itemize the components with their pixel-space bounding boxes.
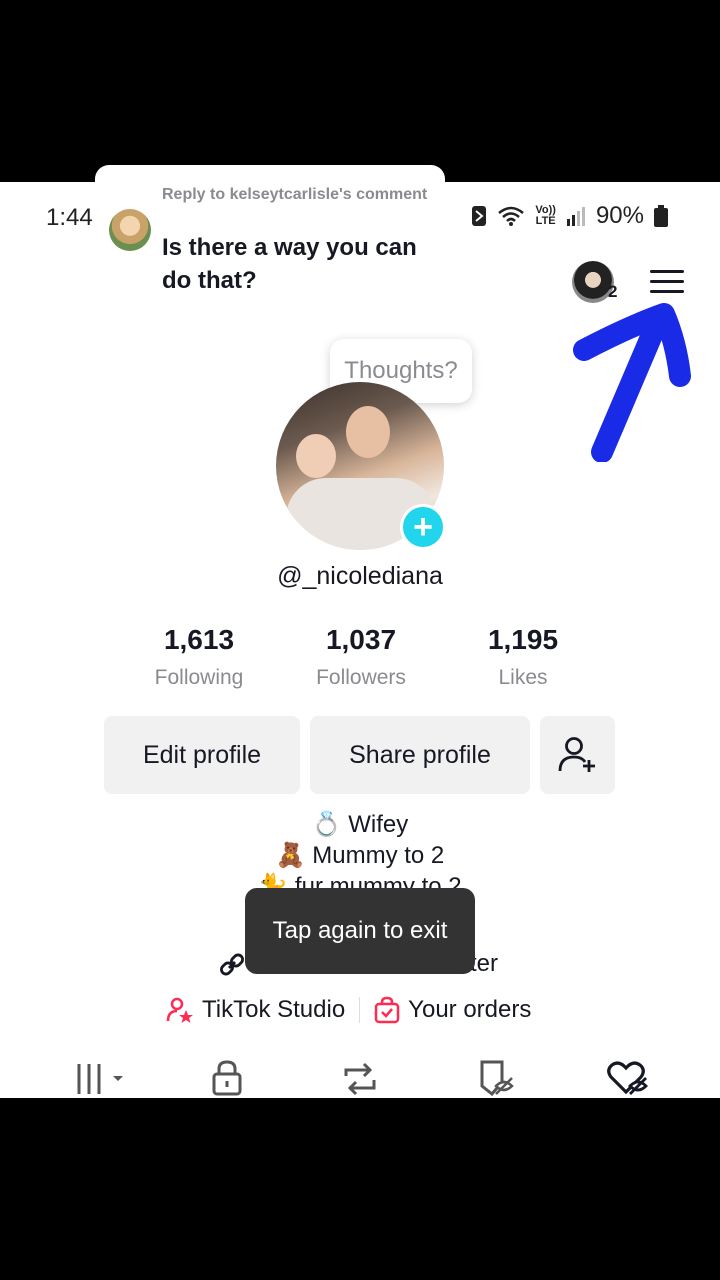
add-story-plus-icon[interactable]: +	[400, 504, 446, 550]
creator-star-icon	[166, 997, 193, 1023]
liked-hidden-icon	[607, 1061, 648, 1095]
shortcuts-row: TikTok Studio Your orders	[166, 996, 531, 1024]
battery-percent: 90%	[595, 202, 644, 229]
edit-profile-button[interactable]: Edit profile	[104, 716, 300, 794]
tab-liked[interactable]	[606, 1060, 650, 1096]
wifi-icon	[498, 206, 525, 226]
hamburger-menu-icon[interactable]	[650, 270, 684, 294]
tab-reposts[interactable]	[338, 1060, 382, 1096]
status-time: 1:44	[46, 204, 93, 231]
battery-icon	[654, 205, 668, 227]
bookmark-hidden-icon	[480, 1060, 514, 1097]
add-person-icon	[558, 737, 595, 772]
link-icon	[220, 953, 244, 976]
stat-followers[interactable]: 1,037 Followers	[280, 624, 442, 690]
tiktok-profile-screen: 1:44 Vo)) LTE 90% 2 Thoughts? + @_nicoled…	[0, 182, 720, 1098]
reply-comment-text: Is there a way you can do that?	[162, 234, 417, 294]
stat-likes[interactable]: 1,195 Likes	[442, 624, 604, 690]
videos-grid-icon	[77, 1064, 123, 1094]
lock-icon	[212, 1060, 242, 1096]
network-type: Vo)) LTE	[535, 204, 556, 227]
bio-line-2: 🧸 Mummy to 2	[275, 842, 445, 869]
bio-line-1: 💍 Wifey	[311, 811, 409, 838]
exit-toast: Tap again to exit	[245, 888, 475, 974]
your-orders-link[interactable]: Your orders	[374, 996, 531, 1024]
share-profile-button[interactable]: Share profile	[310, 716, 530, 794]
stat-following[interactable]: 1,613 Following	[118, 624, 280, 690]
profile-username: @_nicolediana	[277, 562, 443, 590]
add-friends-button[interactable]	[540, 716, 615, 794]
tab-videos[interactable]	[76, 1060, 130, 1096]
status-icons: Vo)) LTE 90%	[471, 202, 668, 230]
annotation-arrow-icon	[573, 303, 691, 462]
commenter-avatar	[109, 209, 151, 251]
account-count-badge: 2	[608, 282, 618, 301]
tiktok-studio-link[interactable]: TikTok Studio	[166, 996, 345, 1024]
signal-icon	[566, 207, 585, 226]
comment-reply-card[interactable]: Reply to kelseytcarlisle's comment Is th…	[95, 165, 445, 315]
shopping-bag-icon	[374, 996, 400, 1024]
nfc-icon	[472, 206, 487, 226]
profile-stats: 1,613 Following 1,037 Followers 1,195 Li…	[118, 624, 604, 690]
reply-meta: Reply to kelseytcarlisle's comment	[162, 186, 428, 203]
tab-private[interactable]	[206, 1060, 250, 1096]
repost-icon	[344, 1062, 376, 1096]
tab-favorites[interactable]	[474, 1060, 518, 1097]
profile-content-tabs	[0, 1058, 720, 1098]
shortcut-divider	[359, 997, 361, 1023]
